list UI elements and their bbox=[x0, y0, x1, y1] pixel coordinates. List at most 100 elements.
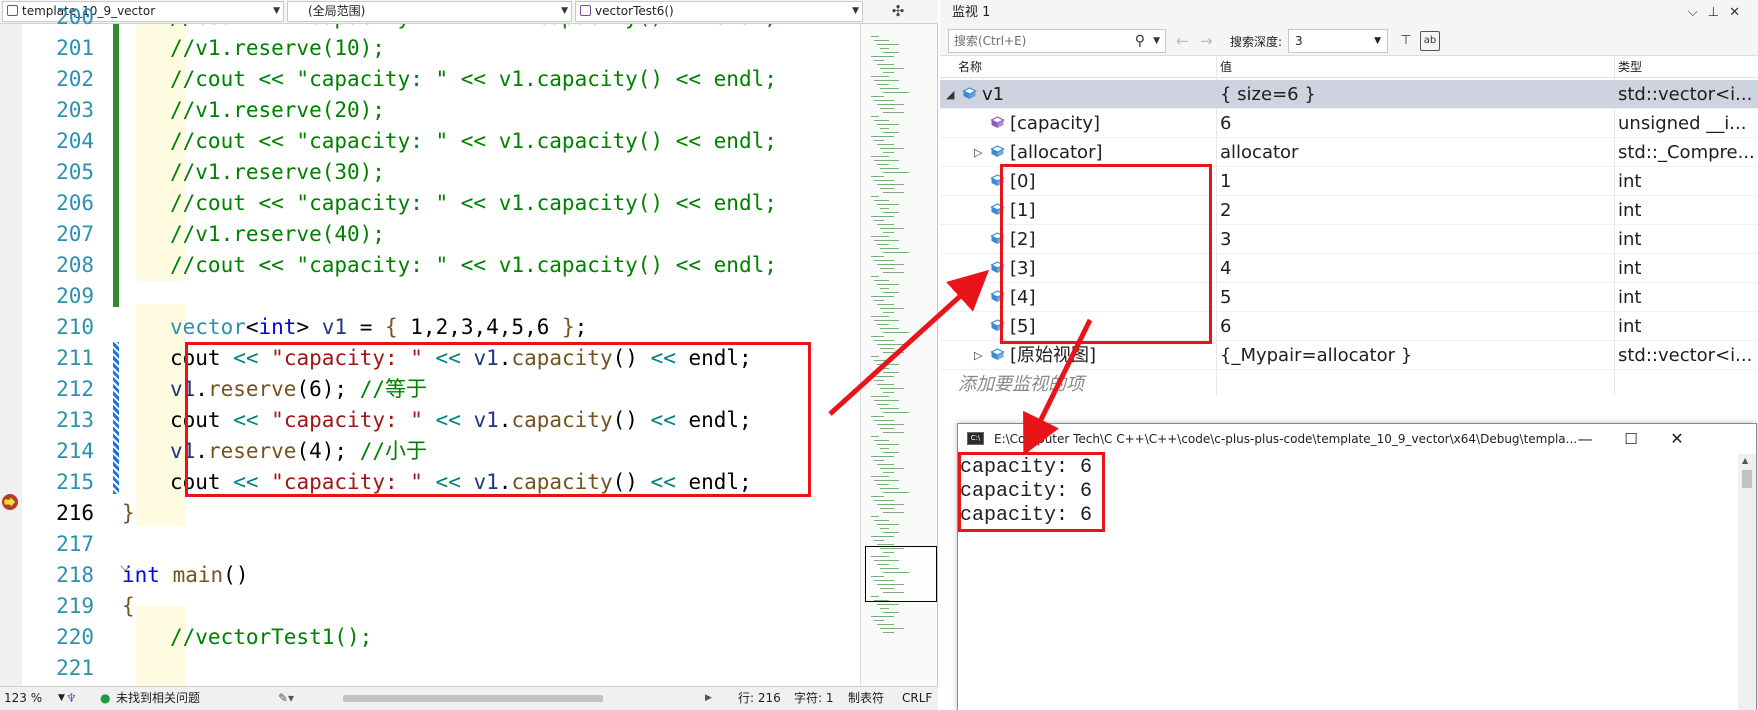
watch-row[interactable]: [capacity] 6 unsigned __i... bbox=[940, 109, 1758, 138]
back-arrow-icon[interactable]: ← bbox=[1176, 32, 1189, 50]
eol-indicator[interactable]: CRLF bbox=[902, 687, 932, 709]
minimap-line bbox=[883, 512, 904, 513]
expand-toggle-icon[interactable]: ▷ bbox=[974, 138, 982, 167]
minimap-line bbox=[880, 308, 904, 309]
forward-arrow-icon[interactable]: → bbox=[1200, 32, 1213, 50]
code-editor[interactable]: template_10_9_vector ▼ (全局范围) ▼ vectorTest… bbox=[0, 0, 938, 710]
watch-value[interactable]: allocator bbox=[1220, 138, 1298, 167]
search-icon[interactable]: ⚲ bbox=[1135, 30, 1145, 52]
minimap-line bbox=[877, 324, 889, 325]
console-window: C:\ E:\Computer Tech\C C++\C++\code\c-pl… bbox=[957, 423, 1757, 710]
code-token: } bbox=[562, 315, 575, 339]
column-indicator[interactable]: 字符: 1 bbox=[794, 687, 834, 709]
tabs-indicator[interactable]: 制表符 bbox=[848, 687, 884, 709]
scope-dropdown[interactable]: (全局范围) ▼ bbox=[287, 1, 572, 22]
minimap-line bbox=[874, 380, 884, 381]
minimap-line bbox=[877, 64, 894, 65]
watch-value[interactable]: { size=6 } bbox=[1220, 80, 1316, 109]
code-token: ; bbox=[574, 315, 588, 339]
column-name-header[interactable]: 名称 bbox=[958, 56, 982, 78]
watch-value[interactable]: 1 bbox=[1220, 167, 1231, 196]
current-statement-arrow-icon bbox=[2, 494, 18, 510]
minimap-line bbox=[871, 496, 884, 497]
chevron-down-icon[interactable]: ▼ bbox=[58, 687, 65, 709]
code-line: //cout << "capacity: " << v1.capacity() … bbox=[170, 64, 777, 95]
line-number: 204 bbox=[56, 129, 94, 153]
split-editor-icon[interactable]: ✣ bbox=[886, 2, 910, 21]
watch-value[interactable]: 2 bbox=[1220, 196, 1231, 225]
copilot-icon[interactable]: ♆ bbox=[66, 687, 77, 709]
vertical-scrollbar[interactable]: ▲ bbox=[1738, 454, 1756, 710]
search-depth-select[interactable]: 3 ▼ bbox=[1288, 29, 1388, 53]
line-number: 218 bbox=[56, 563, 94, 587]
watch-row[interactable]: ▷ [原始视图] {_Mypair=allocator } std::vector<i… bbox=[940, 341, 1758, 370]
minimap-line bbox=[877, 624, 894, 625]
minimap-line bbox=[880, 148, 904, 149]
close-icon[interactable]: ✕ bbox=[1729, 5, 1750, 20]
scrollbar-thumb[interactable] bbox=[343, 695, 603, 702]
chevron-down-icon[interactable]: ▼ bbox=[1153, 30, 1160, 52]
line-number: 220 bbox=[56, 625, 94, 649]
watch-value[interactable]: 3 bbox=[1220, 225, 1231, 254]
highlight-box bbox=[958, 452, 1105, 532]
scroll-right-icon[interactable]: ▶ bbox=[705, 687, 712, 709]
minimap-line bbox=[877, 544, 894, 545]
expand-toggle-icon[interactable]: ▷ bbox=[974, 341, 982, 370]
minimap-line bbox=[877, 84, 889, 85]
scrollbar-thumb[interactable] bbox=[1742, 470, 1752, 488]
minimap-line bbox=[880, 548, 904, 549]
console-title: E:\Computer Tech\C C++\C++\code\c-plus-p… bbox=[994, 432, 1578, 446]
maximize-button[interactable]: ☐ bbox=[1608, 424, 1654, 454]
watch-value[interactable]: 6 bbox=[1220, 312, 1231, 341]
function-dropdown[interactable]: vectorTest6() ▼ bbox=[575, 1, 863, 22]
watch-name: [allocator] bbox=[1010, 142, 1103, 163]
minimap-line bbox=[871, 256, 884, 257]
column-value-header[interactable]: 值 bbox=[1220, 56, 1232, 78]
minimap-viewport[interactable] bbox=[865, 546, 937, 602]
close-button[interactable]: ✕ bbox=[1654, 424, 1700, 454]
minimap-line bbox=[877, 424, 904, 425]
code-line: } bbox=[122, 498, 135, 529]
code-token: int bbox=[258, 315, 297, 339]
watch-row[interactable]: ▷ [allocator] allocator std::_Compre... bbox=[940, 138, 1758, 167]
watch-title: 监视 1 bbox=[952, 5, 991, 20]
minimap-line bbox=[883, 52, 899, 53]
minimap-line bbox=[877, 144, 894, 145]
minimap-line bbox=[877, 524, 899, 525]
add-watch-item[interactable]: 添加要监视的项 bbox=[958, 370, 1084, 396]
line-indicator[interactable]: 行: 216 bbox=[738, 687, 781, 709]
zoom-level[interactable]: 123 % bbox=[4, 687, 42, 709]
minimize-button[interactable]: — bbox=[1562, 424, 1608, 454]
horizontal-scrollbar[interactable] bbox=[335, 694, 695, 703]
issues-status[interactable]: 未找到相关问题 bbox=[116, 687, 200, 709]
minimap-line bbox=[874, 240, 899, 241]
console-icon: C:\ bbox=[967, 432, 984, 445]
minimap-line bbox=[874, 280, 889, 281]
glyph-margin[interactable] bbox=[0, 24, 22, 686]
hex-view-icon[interactable]: ab bbox=[1420, 31, 1440, 51]
minimap-line bbox=[874, 80, 899, 81]
watch-value[interactable]: {_Mypair=allocator } bbox=[1220, 341, 1412, 370]
minimap-line bbox=[883, 372, 899, 373]
pin-icon[interactable]: ⊥ bbox=[1708, 5, 1729, 20]
minimap-line bbox=[880, 388, 904, 389]
column-type-header[interactable]: 类型 bbox=[1618, 56, 1642, 78]
minimap-line bbox=[880, 408, 899, 409]
watch-search-input[interactable]: 搜索(Ctrl+E) ⚲ ▼ bbox=[948, 29, 1166, 53]
minimap-line bbox=[883, 112, 904, 113]
code-token: main bbox=[172, 563, 224, 587]
status-bar: 123 % ▼ ♆ ● 未找到相关问题 ✎▾ ▶ 行: 216 字符: 1 制表… bbox=[0, 686, 938, 710]
minimap-line bbox=[874, 40, 889, 41]
dropdown-icon[interactable]: ⌵ bbox=[1688, 5, 1708, 20]
watch-value[interactable]: 6 bbox=[1220, 109, 1231, 138]
scroll-up-icon[interactable]: ▲ bbox=[1742, 456, 1748, 465]
minimap-line bbox=[874, 100, 894, 101]
fold-toggle-icon[interactable]: ⌵ bbox=[120, 559, 131, 575]
watch-value[interactable]: 5 bbox=[1220, 283, 1231, 312]
watch-row[interactable]: ◢ v1 { size=6 } std::vector<i... bbox=[940, 80, 1758, 109]
expand-toggle-icon[interactable]: ◢ bbox=[946, 80, 954, 109]
minimap[interactable] bbox=[860, 24, 937, 686]
watch-value[interactable]: 4 bbox=[1220, 254, 1231, 283]
brush-icon[interactable]: ✎▾ bbox=[278, 687, 294, 709]
pin-source-icon[interactable]: ⊤ bbox=[1396, 31, 1416, 51]
